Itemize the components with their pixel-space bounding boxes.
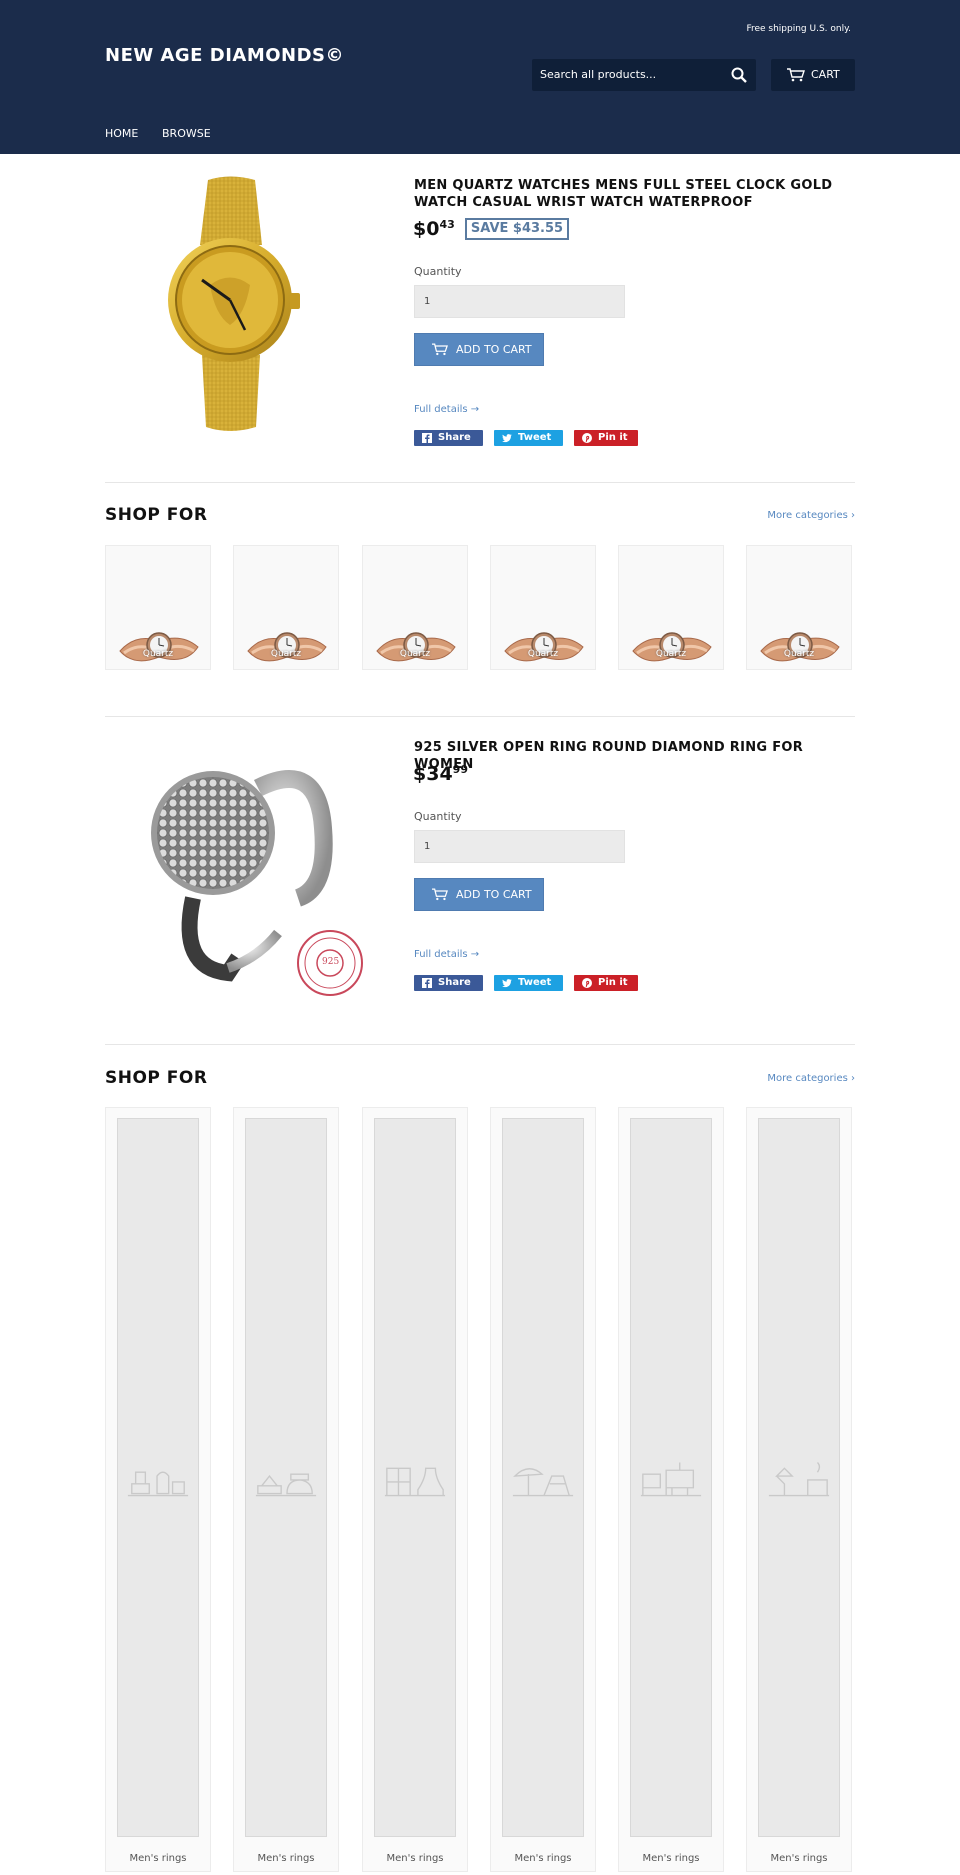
twitter-icon	[502, 979, 512, 988]
share-twitter-button[interactable]: Tweet	[494, 975, 563, 991]
category-card-label: Quartz	[655, 649, 687, 659]
category-card[interactable]: Men's rings	[105, 1107, 211, 1872]
category-card-label: Quartz	[399, 649, 431, 659]
quantity-label: Quantity	[414, 810, 462, 823]
placeholder-illustration-icon	[384, 1467, 446, 1497]
pinterest-icon	[582, 978, 592, 988]
rose-gold-watch-image	[119, 632, 199, 662]
share-facebook-button[interactable]: Share	[414, 430, 483, 446]
share-pinterest-button[interactable]: Pin it	[574, 430, 638, 446]
nav-home[interactable]: HOME	[105, 127, 138, 140]
product-title[interactable]: MEN QUARTZ WATCHES MENS FULL STEEL CLOCK…	[414, 177, 854, 211]
category-card-label: Men's rings	[770, 1853, 828, 1864]
category-card[interactable]: Quartz	[618, 545, 724, 670]
rose-gold-watch-image	[376, 632, 456, 662]
image-placeholder	[374, 1118, 456, 1837]
category-card[interactable]: Men's rings	[618, 1107, 724, 1872]
more-categories-link[interactable]: More categories ›	[767, 1073, 855, 1084]
section-divider	[105, 482, 855, 483]
search-input[interactable]: Search all products...	[540, 68, 656, 81]
pinterest-icon	[582, 433, 592, 443]
rose-gold-watch-image	[760, 632, 840, 662]
category-card-label: Men's rings	[386, 1853, 444, 1864]
placeholder-illustration-icon	[640, 1462, 702, 1497]
product-price: $043	[413, 218, 455, 240]
quantity-input[interactable]: 1	[414, 285, 625, 318]
facebook-icon	[422, 978, 432, 988]
nav-browse[interactable]: BROWSE	[162, 127, 211, 140]
category-card-label: Quartz	[527, 649, 559, 659]
category-card-label: Men's rings	[129, 1853, 187, 1864]
site-logo[interactable]: NEW AGE DIAMONDS©	[105, 45, 344, 66]
twitter-icon	[502, 434, 512, 443]
category-card[interactable]: Men's rings	[233, 1107, 339, 1872]
placeholder-illustration-icon	[512, 1468, 574, 1497]
category-card-label: Quartz	[142, 649, 174, 659]
category-card-label: Quartz	[783, 649, 815, 659]
image-placeholder	[630, 1118, 712, 1837]
placeholder-illustration-icon	[127, 1471, 189, 1497]
rose-gold-watch-image	[247, 632, 327, 662]
category-card-label: Men's rings	[642, 1853, 700, 1864]
more-categories-link[interactable]: More categories ›	[767, 510, 855, 521]
category-card[interactable]: Quartz	[490, 545, 596, 670]
rose-gold-watch-image	[632, 632, 712, 662]
site-header: Free shipping U.S. only. NEW AGE DIAMOND…	[0, 0, 960, 154]
product-image-gold-watch[interactable]	[150, 175, 310, 435]
full-details-link[interactable]: Full details →	[414, 949, 479, 960]
cart-button[interactable]: CART	[771, 59, 855, 91]
section-divider	[105, 716, 855, 717]
category-card[interactable]: Quartz	[233, 545, 339, 670]
share-facebook-button[interactable]: Share	[414, 975, 483, 991]
shop-for-title: SHOP FOR	[105, 1068, 208, 1088]
add-to-cart-button[interactable]: ADD TO CART	[414, 878, 544, 911]
rose-gold-watch-image	[504, 632, 584, 662]
full-details-link[interactable]: Full details →	[414, 404, 479, 415]
sterling-stamp-text: 925	[322, 957, 340, 967]
facebook-icon	[422, 433, 432, 443]
image-placeholder	[117, 1118, 199, 1837]
image-placeholder	[245, 1118, 327, 1837]
category-card[interactable]: Men's rings	[362, 1107, 468, 1872]
product-price: $3499	[413, 763, 468, 785]
category-card[interactable]: Men's rings	[490, 1107, 596, 1872]
category-card[interactable]: Quartz	[746, 545, 852, 670]
image-placeholder	[502, 1118, 584, 1837]
cart-icon	[432, 888, 448, 901]
category-card[interactable]: Men's rings	[746, 1107, 852, 1872]
share-pinterest-button[interactable]: Pin it	[574, 975, 638, 991]
category-card-label: Men's rings	[257, 1853, 315, 1864]
category-card[interactable]: Quartz	[362, 545, 468, 670]
placeholder-illustration-icon	[768, 1462, 830, 1497]
category-card-label: Men's rings	[514, 1853, 572, 1864]
search-bar[interactable]: Search all products...	[532, 59, 756, 91]
category-card-label: Quartz	[270, 649, 302, 659]
cart-icon	[432, 343, 448, 356]
add-to-cart-label: ADD TO CART	[456, 343, 532, 356]
section-divider	[105, 1044, 855, 1045]
search-icon[interactable]	[730, 66, 748, 84]
category-card[interactable]: Quartz	[105, 545, 211, 670]
placeholder-illustration-icon	[255, 1473, 317, 1497]
quantity-label: Quantity	[414, 265, 462, 278]
save-badge: SAVE $43.55	[465, 218, 569, 240]
quantity-input[interactable]: 1	[414, 830, 625, 863]
shop-for-title: SHOP FOR	[105, 505, 208, 525]
share-twitter-button[interactable]: Tweet	[494, 430, 563, 446]
product-title[interactable]: 925 SILVER OPEN RING ROUND DIAMOND RING …	[414, 739, 854, 773]
add-to-cart-button[interactable]: ADD TO CART	[414, 333, 544, 366]
cart-icon	[787, 68, 805, 82]
image-placeholder	[758, 1118, 840, 1837]
shipping-note: Free shipping U.S. only.	[746, 24, 851, 34]
cart-label: CART	[811, 68, 840, 81]
add-to-cart-label: ADD TO CART	[456, 888, 532, 901]
